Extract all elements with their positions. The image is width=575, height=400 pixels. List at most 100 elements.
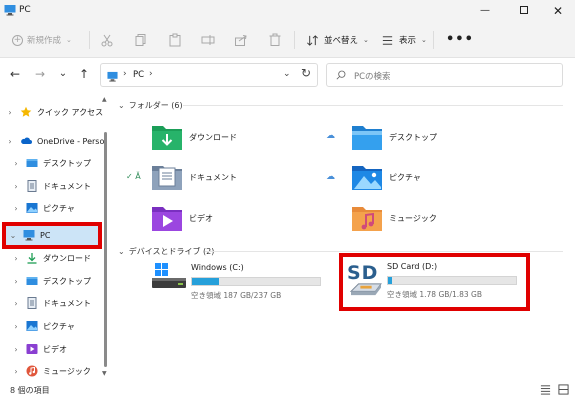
documents-icon [26,297,38,309]
drive-usage-bar [191,277,321,286]
scroll-down-icon[interactable]: ▼ [102,370,107,377]
sidebar-item-label: ドキュメント [43,298,91,308]
expand-icon[interactable]: › [10,367,22,376]
new-button[interactable]: + 新規作成 ⌄ [12,32,72,48]
toolbar-divider [294,31,295,49]
scroll-thumb[interactable] [104,132,107,367]
drive-space-text: 空き領域 187 GB/237 GB [191,291,282,300]
copy-icon[interactable] [134,33,148,47]
sort-icon [307,34,318,46]
view-button[interactable]: 表示 ⌄ [381,33,427,47]
sidebar-item-label: クイック アクセス [37,107,104,117]
folder-music[interactable]: ミュージック [351,203,561,243]
desktop-folder-icon [351,122,383,152]
close-button[interactable]: ✕ [540,0,575,22]
folder-name: ピクチャ [389,173,421,182]
breadcrumb-separator[interactable]: › [123,69,127,79]
expand-icon[interactable]: › [10,159,22,168]
pictures-icon [26,320,38,332]
drive-usage-fill [192,278,219,285]
toolbar-divider [433,31,434,49]
folder-desktop[interactable]: デスクトップ [351,122,561,162]
search-placeholder: PCの検索 [354,72,391,82]
item-count: 8 個の項目 [10,386,50,395]
sidebar-item-videos[interactable]: › ビデオ [0,338,104,360]
sidebar-item-desktop[interactable]: › デスクトップ [0,270,104,292]
breadcrumb-separator[interactable]: › [149,69,153,79]
music-icon [26,365,38,377]
star-icon [20,106,32,118]
refresh-button[interactable]: ↻ [301,66,311,80]
expand-icon[interactable]: › [10,299,22,308]
cloud-sync-icon: ☁ [326,131,335,141]
desktop-folder-icon [26,157,38,169]
scroll-up-icon[interactable]: ▲ [102,96,107,103]
drive-name: Windows (C:) [191,263,244,272]
more-options-button[interactable]: ••• [446,32,474,47]
address-bar[interactable]: › PC › ⌄ [100,63,318,87]
sidebar-item-quick-access[interactable]: › クイック アクセス [0,101,104,123]
folder-downloads[interactable]: ダウンロード [151,122,361,162]
maximize-button[interactable] [506,0,542,22]
sidebar-item-pictures[interactable]: › ピクチャ [0,197,104,219]
cloud-icon [20,135,32,147]
expand-icon[interactable]: › [10,322,22,331]
chevron-down-icon: ⌄ [66,36,72,44]
large-icons-view-icon[interactable] [558,384,569,398]
expand-icon[interactable]: › [10,182,22,191]
expand-icon[interactable]: › [10,345,22,354]
folders-group-header[interactable]: ⌄ フォルダー (6) [118,99,183,111]
folder-pictures[interactable]: ピクチャ [351,162,561,202]
sidebar-item-pictures[interactable]: › ピクチャ [0,315,104,337]
folder-documents[interactable]: ドキュメント [151,162,361,202]
sidebar-scrollbar[interactable]: ▲ ▼ [102,96,110,380]
folder-videos[interactable]: ビデオ [151,203,361,243]
sidebar-item-downloads[interactable]: › ダウンロード [0,247,104,269]
sidebar-item-onedrive[interactable]: › OneDrive - Perso [0,130,104,152]
sort-button[interactable]: 並べ替え ⌄ [306,33,369,47]
up-button[interactable]: ↑ [77,67,91,81]
recent-locations-button[interactable]: ⌄ [56,67,70,81]
synced-check-icon: ✓ Ᾰ [126,172,141,181]
desktop-folder-icon [26,275,38,287]
drives-group-header[interactable]: ⌄ デバイスとドライブ (2) [118,245,214,257]
pc-icon [4,4,16,16]
share-icon[interactable] [234,33,248,47]
video-icon [26,343,38,355]
paste-icon[interactable] [168,33,182,47]
sidebar-item-documents[interactable]: › ドキュメント [0,175,104,197]
search-box[interactable]: PCの検索 [326,63,563,87]
sidebar-item-music[interactable]: › ミュージック [0,360,104,382]
sidebar-item-label: ピクチャ [43,321,75,331]
sort-label: 並べ替え [324,36,359,46]
expand-icon[interactable]: › [10,204,22,213]
forward-button[interactable]: → [33,67,47,81]
back-button[interactable]: ← [8,67,22,81]
pc-icon [107,71,118,85]
drive-windows-c[interactable]: Windows (C:) 空き領域 187 GB/237 GB [143,263,333,303]
drives-group-title: デバイスとドライブ (2) [128,246,215,256]
new-icon: + [12,34,23,46]
window-title: PC [19,5,31,15]
address-dropdown-button[interactable]: ⌄ [283,69,291,79]
sidebar-item-documents[interactable]: › ドキュメント [0,292,104,314]
expand-icon[interactable]: › [4,108,16,117]
folders-group-title: フォルダー (6) [128,100,183,110]
breadcrumb-pc[interactable]: PC [133,70,144,80]
cloud-sync-icon: ☁ [326,172,335,182]
view-icon [382,35,393,45]
delete-icon[interactable] [268,33,282,47]
expand-icon[interactable]: › [10,277,22,286]
folder-name: ドキュメント [189,173,237,182]
expand-icon[interactable]: › [4,137,16,146]
cut-icon[interactable] [100,33,114,47]
chevron-down-icon: ⌄ [118,246,125,256]
rename-icon[interactable] [201,33,215,47]
music-folder-icon [351,203,383,233]
details-view-icon[interactable] [540,384,551,398]
folder-name: ダウンロード [189,133,237,142]
sidebar-item-label: OneDrive - Perso [36,136,104,146]
expand-icon[interactable]: › [10,254,22,263]
minimize-button[interactable]: — [467,0,503,22]
sidebar-item-desktop[interactable]: › デスクトップ [0,152,104,174]
